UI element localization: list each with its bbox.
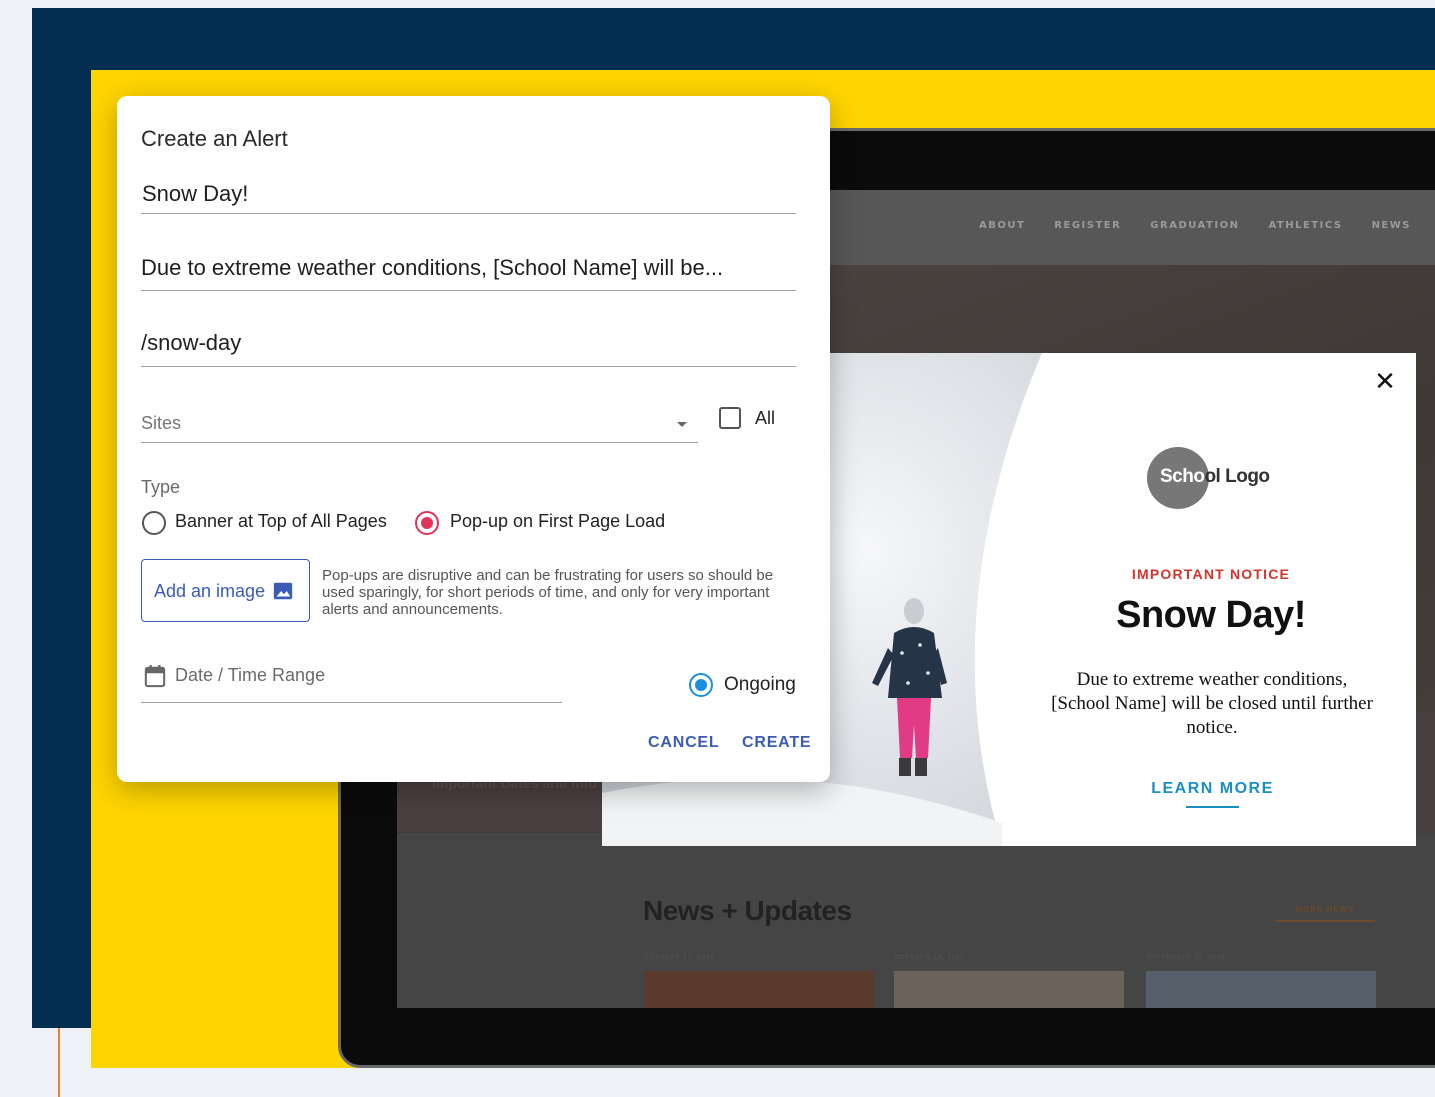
ongoing-label: Ongoing [724,674,796,695]
popup-body: Due to extreme weather conditions, [Scho… [1051,669,1373,738]
radio-popup[interactable] [415,511,439,535]
field-underline [141,290,796,291]
news-card-image[interactable] [894,971,1124,1008]
field-underline [141,442,698,443]
field-underline [141,213,796,214]
news-card-date: SEPTEMBER 15, 2021 [1146,955,1227,961]
create-button[interactable]: CREATE [742,734,811,752]
orange-accent-line [58,1028,60,1097]
news-card-date: OCTOBER 22, 2021 [644,955,715,961]
radio-popup-label: Pop-up on First Page Load [450,511,666,531]
chevron-down-icon[interactable] [677,422,687,427]
nav-item-news[interactable]: NEWS [1372,220,1411,231]
alert-url-field[interactable]: /snow-day [141,330,241,356]
radio-banner[interactable] [142,511,166,535]
cancel-button[interactable]: CANCEL [648,734,719,752]
popup-warning-text: Pop-ups are disruptive and can be frustr… [322,567,774,618]
nav-item-about[interactable]: ABOUT [979,220,1025,231]
news-card-image[interactable] [644,971,874,1008]
nav-item-athletics[interactable]: ATHLETICS [1268,220,1342,231]
date-range-field[interactable]: Date / Time Range [175,665,325,686]
calendar-icon [144,665,166,688]
all-sites-checkbox[interactable] [719,407,741,429]
learn-more-underline [1186,806,1239,808]
close-icon[interactable]: ✕ [1370,366,1400,396]
type-label: Type [141,477,181,497]
add-image-label: Add an image [154,581,266,601]
school-logo: School Logo [1160,466,1270,487]
alert-message-field[interactable]: Due to extreme weather conditions, [Scho… [141,255,723,281]
sites-select[interactable]: Sites [141,413,181,434]
important-notice-label: IMPORTANT NOTICE [1131,566,1291,582]
news-title: News + Updates [643,895,852,926]
radio-banner-label: Banner at Top of All Pages [175,511,387,531]
all-sites-label: All [755,408,776,428]
dialog-title: Create an Alert [141,126,288,151]
field-underline [141,702,562,703]
more-news-link[interactable]: MORE NEWS [1275,905,1375,922]
learn-more-link[interactable]: LEARN MORE [1140,780,1285,798]
news-card-image[interactable] [1146,971,1376,1008]
image-icon [273,582,293,600]
ongoing-radio[interactable] [689,673,713,697]
nav-item-graduation[interactable]: GRADUATION [1150,220,1239,231]
news-card-date: OCTOBER 18, 2021 [894,955,965,961]
popup-heading: Snow Day! [1116,594,1306,636]
field-underline [141,366,796,367]
nav-item-register[interactable]: REGISTER [1054,220,1121,231]
alert-title-field[interactable]: Snow Day! [142,181,248,207]
